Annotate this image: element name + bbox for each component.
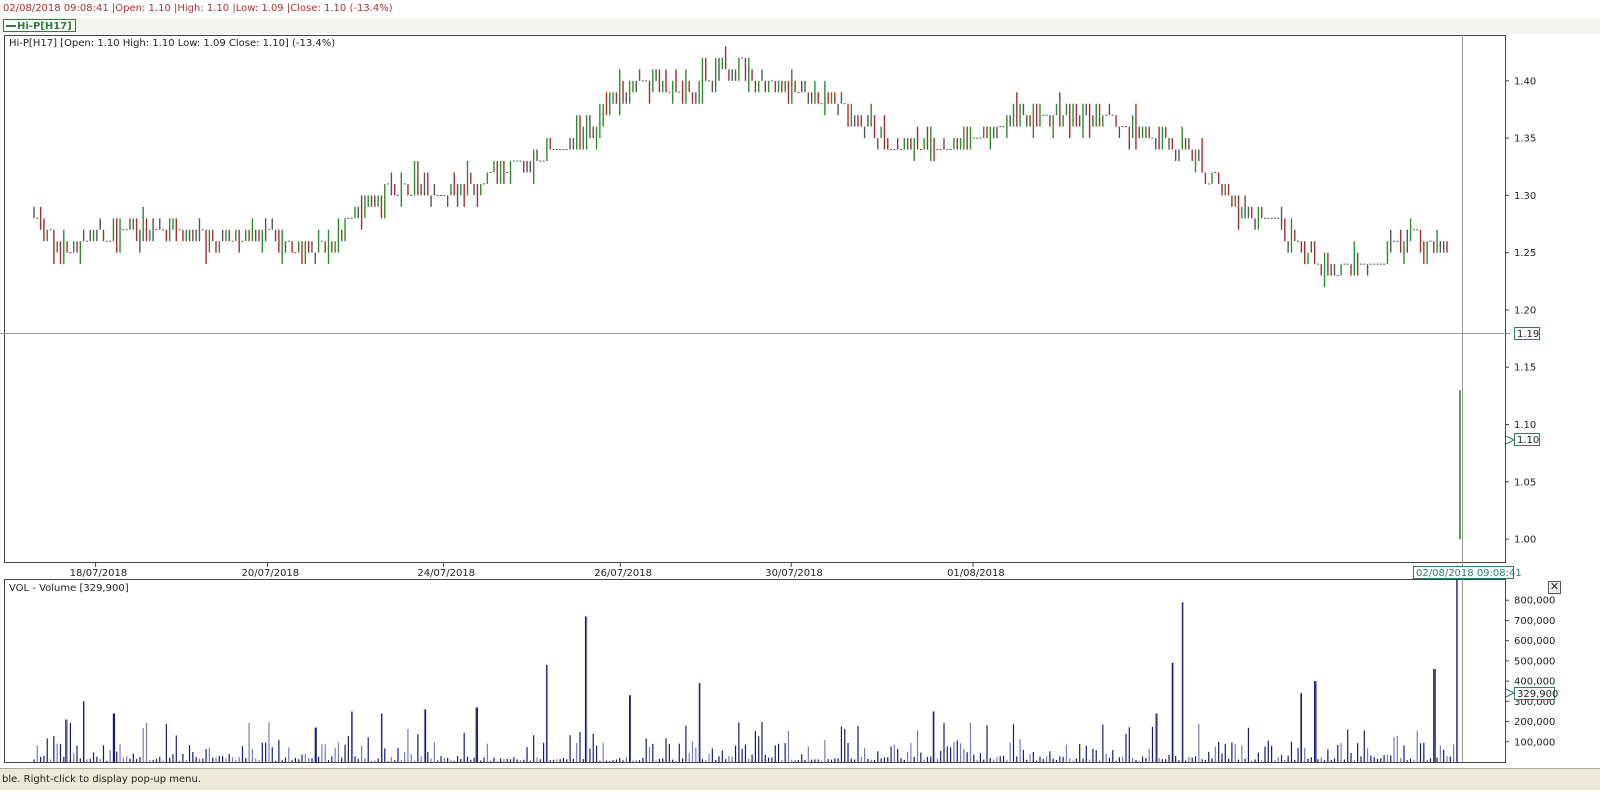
price-y-tick-label: 1.20: [1514, 305, 1536, 316]
price-x-tick-label: 26/07/2018: [594, 568, 652, 579]
chart-canvas[interactable]: 1.00 1.05 1.10 1.15 1.20 1.25 1.30 1.35 1.40 18/…: [0, 0, 1600, 768]
volume-y-tick-label: 800,000: [1514, 596, 1555, 607]
volume-y-axis: 100,000200,000300,000400,000500,000600,0…: [1505, 596, 1555, 748]
status-bar: ble. Right-click to display pop-up menu.: [0, 768, 1600, 790]
price-y-tick-label: 1.15: [1514, 363, 1536, 374]
price-panel-frame: [4, 35, 1506, 563]
price-y-tick-label: 1.00: [1514, 535, 1536, 546]
price-x-tick-label: 30/07/2018: [765, 568, 823, 579]
last-price-pointer: [1505, 435, 1516, 445]
close-volume-panel-button[interactable]: ✕: [1548, 581, 1561, 594]
price-y-tick-label: 1.10: [1514, 420, 1536, 431]
price-y-tick-label: 1.25: [1514, 248, 1536, 259]
volume-panel-info: VOL - Volume [329,900]: [9, 583, 129, 594]
volume-y-tick-label: 100,000: [1514, 737, 1555, 748]
price-y-axis: 1.00 1.05 1.10 1.15 1.20 1.25 1.30 1.35 1.40: [1505, 76, 1536, 546]
status-bar-text: ble. Right-click to display pop-up menu.: [2, 774, 202, 785]
price-x-axis: 18/07/2018 20/07/2018 24/07/2018 26/07/2018…: [70, 562, 1005, 579]
crosshair-price-label: 1.19: [1517, 329, 1539, 340]
price-panel-info: Hi-P[H17] [Open: 1.10 High: 1.10 Low: 1.…: [9, 38, 335, 49]
price-x-tick-label: 20/07/2018: [242, 568, 300, 579]
last-price-label: 1.10: [1517, 435, 1539, 446]
last-volume-label: 329,900: [1517, 689, 1558, 700]
volume-y-tick-label: 400,000: [1514, 677, 1555, 688]
volume-y-tick-label: 700,000: [1514, 616, 1555, 627]
price-y-tick-label: 1.40: [1514, 76, 1536, 87]
volume-y-tick-label: 600,000: [1514, 636, 1555, 647]
price-y-tick-label: 1.05: [1514, 477, 1536, 488]
price-x-tick-label: 18/07/2018: [70, 568, 128, 579]
volume-y-tick-label: 200,000: [1514, 717, 1555, 728]
price-x-tick-label: 24/07/2018: [417, 568, 475, 579]
crosshair-date-label: 02/08/2018 09:08:41: [1416, 568, 1522, 579]
price-y-tick-label: 1.35: [1514, 134, 1536, 145]
price-x-tick-label: 01/08/2018: [947, 568, 1005, 579]
price-y-tick-label: 1.30: [1514, 191, 1536, 202]
last-volume-pointer: [1505, 688, 1516, 698]
volume-y-tick-label: 500,000: [1514, 656, 1555, 667]
window-bottom-edge: [0, 790, 1600, 811]
